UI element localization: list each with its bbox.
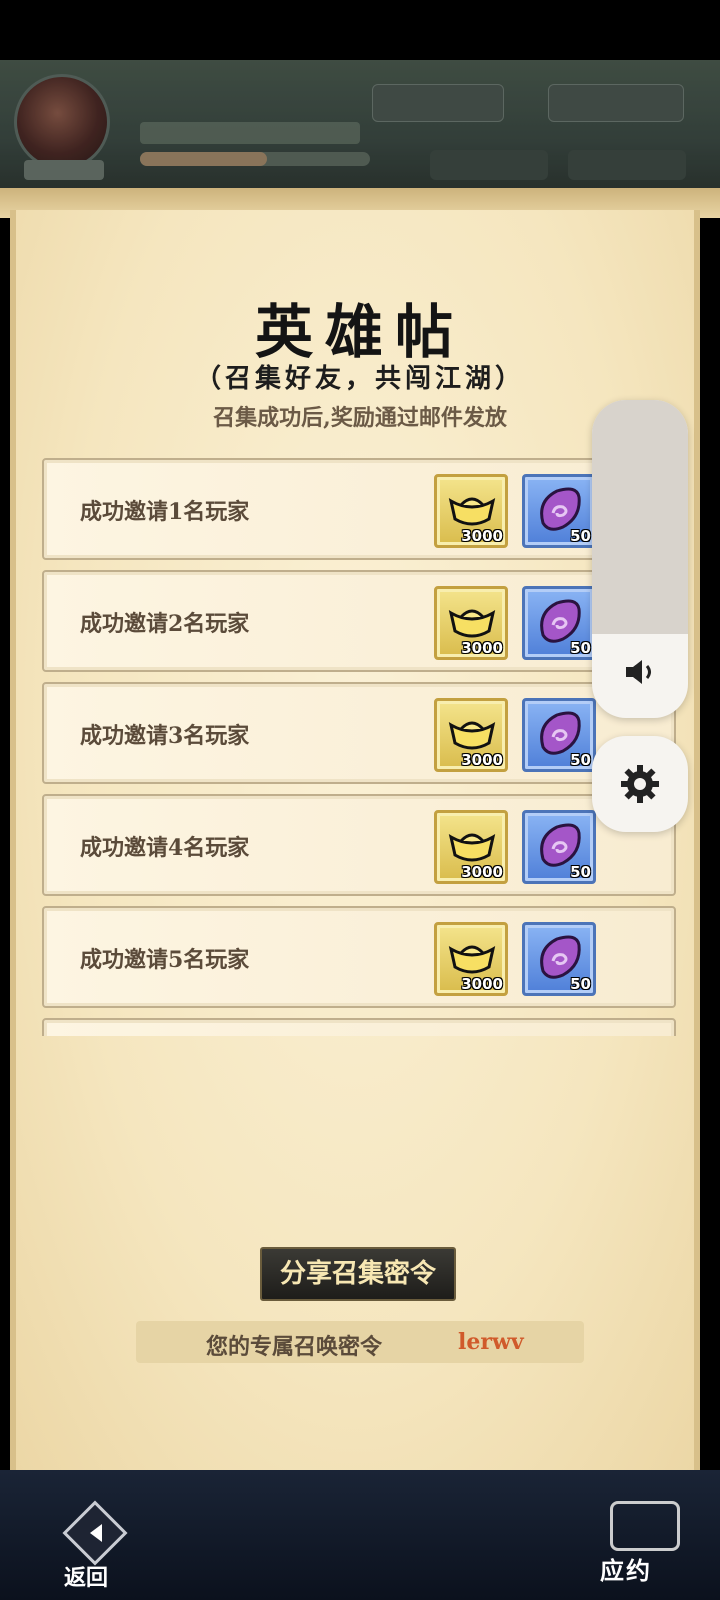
header-resource-2 <box>568 150 686 180</box>
reward-row-label: 成功邀请1名玩家 <box>80 499 250 525</box>
reward-row: 成功邀请1名玩家 3000 50 <box>42 458 676 560</box>
gold-quantity: 3000 <box>461 639 503 657</box>
gem-reward[interactable]: 50 <box>522 922 596 996</box>
volume-icon[interactable] <box>620 652 660 692</box>
player-name-chip <box>24 160 104 180</box>
gem-reward[interactable]: 50 <box>522 698 596 772</box>
reward-row-label: 成功邀请5名玩家 <box>80 947 250 973</box>
summon-code-bar: 您的专属召唤密令 lerwv <box>136 1321 584 1363</box>
summon-code-value: lerwv <box>458 1329 524 1355</box>
gem-reward[interactable]: 50 <box>522 474 596 548</box>
gold-reward[interactable]: 3000 <box>434 698 508 772</box>
header-resource-1 <box>430 150 548 180</box>
gear-icon <box>621 765 659 803</box>
back-label: 返回 <box>64 1565 109 1591</box>
share-summon-code-button[interactable]: 分享召集密令 <box>260 1247 456 1301</box>
status-bar <box>0 0 720 60</box>
background-player-header <box>0 60 720 190</box>
yueyue-label: 应约 <box>600 1556 652 1585</box>
reward-row-label: 成功邀请3名玩家 <box>80 723 250 749</box>
reward-row: 成功邀请5名玩家 3000 50 <box>42 906 676 1008</box>
player-level-box <box>140 122 360 144</box>
reward-row-label: 成功邀请4名玩家 <box>80 835 250 861</box>
player-avatar <box>14 74 110 170</box>
header-button-1 <box>372 84 504 122</box>
gem-reward[interactable]: 50 <box>522 810 596 884</box>
header-button-2 <box>548 84 684 122</box>
back-button[interactable]: 返回 <box>60 1500 130 1591</box>
gold-reward[interactable]: 3000 <box>434 586 508 660</box>
reward-row: 成功邀请3名玩家 3000 50 <box>42 682 676 784</box>
gem-quantity: 50 <box>570 751 591 769</box>
gem-quantity: 50 <box>570 863 591 881</box>
reward-list[interactable]: 成功邀请1名玩家 3000 50 成功邀请2名玩家 3000 50 成功邀请3名… <box>42 458 676 1036</box>
page-title: 英雄帖 <box>254 298 465 366</box>
player-exp-bar <box>140 152 370 166</box>
page-subtitle: （召集好友，共闯江湖） <box>194 364 525 394</box>
gold-reward[interactable]: 3000 <box>434 922 508 996</box>
gold-reward[interactable]: 3000 <box>434 810 508 884</box>
reward-row: 成功邀请2名玩家 3000 50 <box>42 570 676 672</box>
gem-quantity: 50 <box>570 975 591 993</box>
summon-code-label: 您的专属召唤密令 <box>206 1334 383 1360</box>
gold-quantity: 3000 <box>461 863 503 881</box>
reward-row: 成功邀请4名玩家 3000 50 <box>42 794 676 896</box>
yueyue-emblem-icon <box>610 1501 680 1551</box>
gem-quantity: 50 <box>570 527 591 545</box>
gold-quantity: 3000 <box>461 751 503 769</box>
volume-panel[interactable] <box>592 400 688 718</box>
gold-quantity: 3000 <box>461 975 503 993</box>
yueyue-button[interactable]: 应约 <box>590 1495 700 1595</box>
gold-quantity: 3000 <box>461 527 503 545</box>
gem-reward[interactable]: 50 <box>522 586 596 660</box>
settings-button[interactable] <box>592 736 688 832</box>
gold-reward[interactable]: 3000 <box>434 474 508 548</box>
reward-row-partial <box>42 1018 676 1036</box>
gem-quantity: 50 <box>570 639 591 657</box>
volume-slider[interactable] <box>592 400 688 634</box>
reward-row-label: 成功邀请2名玩家 <box>80 611 250 637</box>
back-arrow-icon <box>90 1524 102 1542</box>
